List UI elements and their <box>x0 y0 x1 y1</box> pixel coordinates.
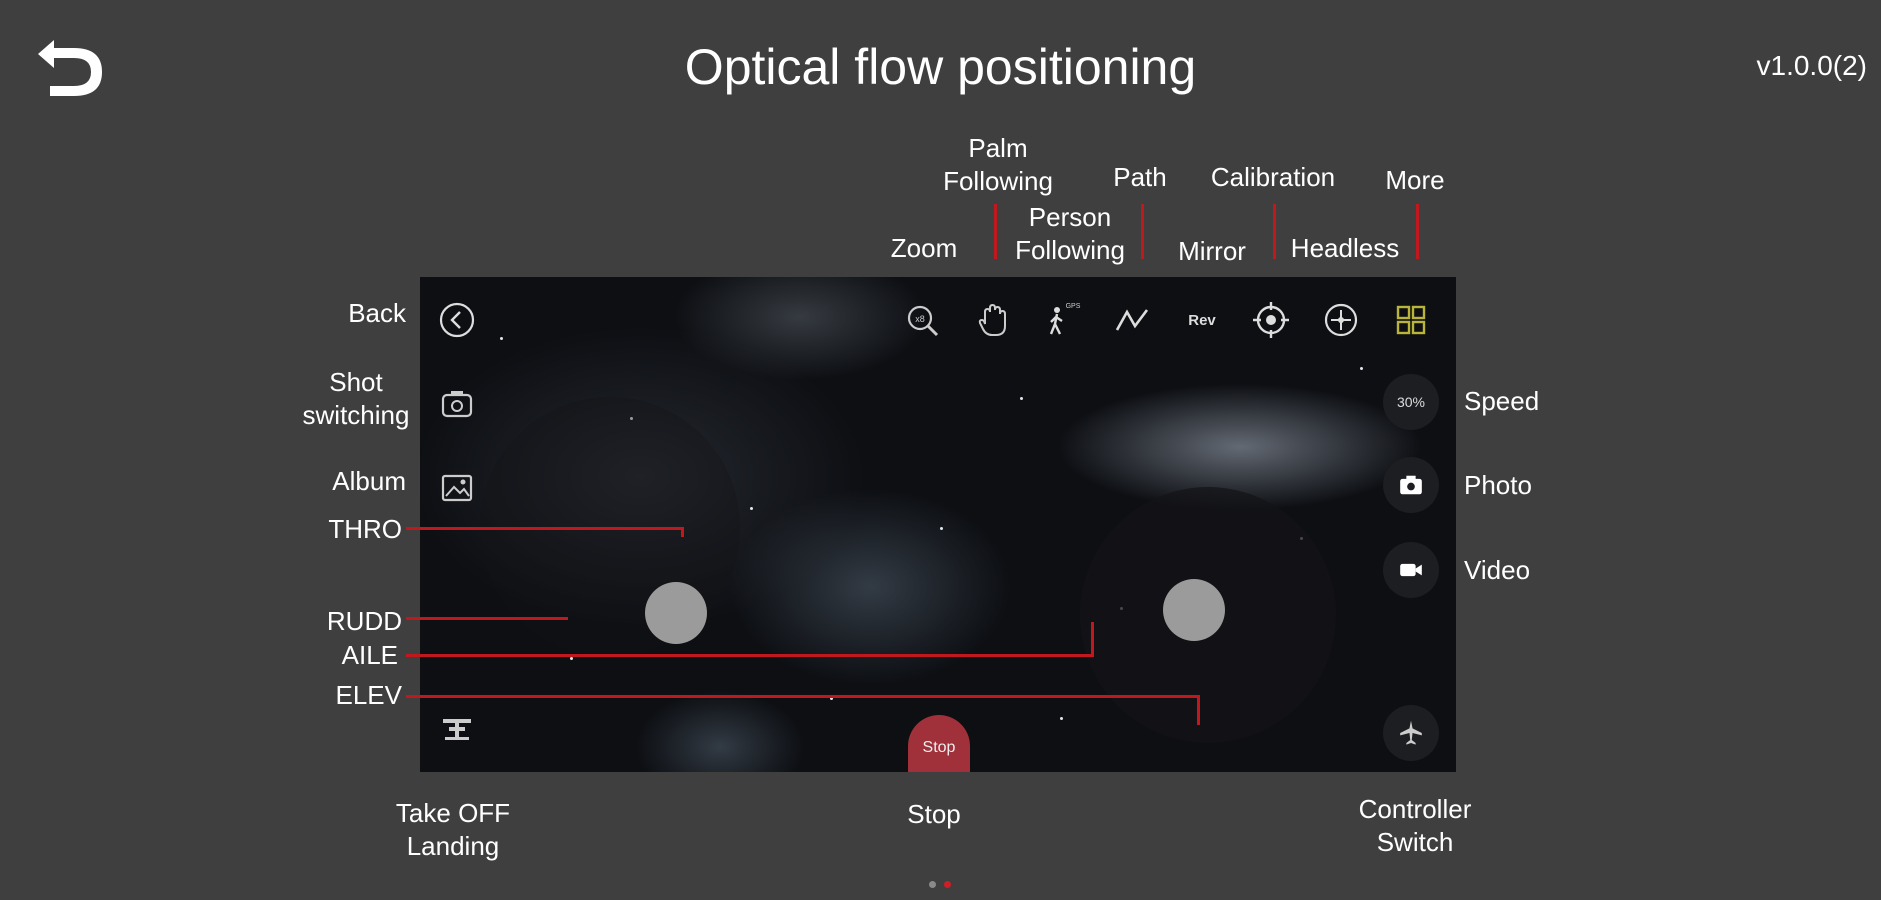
stop-button[interactable]: Stop <box>908 715 970 772</box>
left-joystick-knob[interactable] <box>645 582 707 644</box>
rev-mirror-icon[interactable]: Rev <box>1180 298 1224 342</box>
label-line: Palm <box>968 133 1028 163</box>
pointer-line <box>1416 204 1419 259</box>
label-person-following: Person Following <box>1000 201 1140 267</box>
label-line: switching <box>302 400 410 430</box>
elev-pointer-line <box>406 695 1200 698</box>
page-indicator-dot[interactable] <box>929 881 936 888</box>
label-line: Following <box>1015 235 1125 265</box>
label-path: Path <box>1113 162 1167 192</box>
star <box>940 527 943 530</box>
person-following-icon[interactable]: GPS <box>1040 298 1084 342</box>
photo-button[interactable] <box>1383 457 1439 513</box>
star <box>1020 397 1023 400</box>
label-more: More <box>1385 165 1445 195</box>
label-line: Landing <box>406 831 500 861</box>
label-aile: AILE <box>341 640 398 670</box>
page-title: Optical flow positioning <box>684 39 1197 95</box>
zoom-icon[interactable]: x8 <box>901 298 945 342</box>
label-palm-following: Palm Following <box>928 132 1068 198</box>
label-line: Shot <box>329 367 383 397</box>
calibration-icon[interactable] <box>1249 298 1293 342</box>
speed-value: 30% <box>1396 394 1426 410</box>
camera-switch-icon[interactable] <box>435 383 479 427</box>
label-stop: Stop <box>907 799 961 829</box>
label-zoom: Zoom <box>890 233 958 263</box>
star <box>500 337 503 340</box>
album-icon[interactable] <box>435 466 479 510</box>
path-icon[interactable] <box>1110 298 1154 342</box>
page-indicator-dot-active[interactable] <box>944 881 951 888</box>
label-thro: THRO <box>328 514 402 544</box>
label-line: Following <box>943 166 1053 196</box>
label-speed: Speed <box>1464 386 1540 416</box>
label-line: Controller <box>1358 794 1472 824</box>
star <box>1360 367 1363 370</box>
label-controller-switch: Controller Switch <box>1340 793 1490 859</box>
label-line: Person <box>1028 202 1112 232</box>
star <box>570 657 573 660</box>
rev-label: Rev <box>1188 312 1216 329</box>
pointer-line <box>1141 204 1144 259</box>
thro-pointer-line <box>406 527 684 530</box>
elev-pointer-line <box>1197 695 1200 725</box>
label-album: Album <box>332 466 406 496</box>
pointer-line <box>994 204 997 259</box>
label-video: Video <box>1464 555 1531 585</box>
label-back: Back <box>348 298 406 328</box>
right-joystick-knob[interactable] <box>1163 579 1225 641</box>
palm-icon[interactable] <box>971 298 1015 342</box>
label-headless: Headless <box>1290 233 1400 263</box>
star <box>1060 717 1063 720</box>
headless-icon[interactable] <box>1319 298 1363 342</box>
label-line: Switch <box>1376 827 1454 857</box>
speed-button[interactable]: 30% <box>1383 374 1439 430</box>
back-circle-icon[interactable] <box>435 298 479 342</box>
label-line: Take OFF <box>395 798 511 828</box>
label-photo: Photo <box>1464 470 1532 500</box>
takeoff-landing-icon[interactable] <box>435 707 479 751</box>
star <box>750 507 753 510</box>
aile-pointer-line <box>1091 622 1094 657</box>
label-mirror: Mirror <box>1178 236 1246 266</box>
video-camera-icon <box>1400 563 1422 577</box>
label-shot-switching: Shot switching <box>300 366 412 432</box>
svg-text:x8: x8 <box>915 314 925 324</box>
more-grid-icon[interactable] <box>1389 298 1433 342</box>
controller-switch-button[interactable] <box>1383 705 1439 761</box>
label-elev: ELEV <box>335 680 403 710</box>
label-rudd: RUDD <box>326 606 402 636</box>
version-label: v1.0.0(2) <box>1756 50 1868 81</box>
video-button[interactable] <box>1383 542 1439 598</box>
label-calibration: Calibration <box>1210 162 1336 192</box>
aile-pointer-line <box>406 654 1094 657</box>
pointer-line <box>1273 204 1276 259</box>
rudd-pointer-line <box>406 617 568 620</box>
thro-pointer-line <box>681 527 684 537</box>
label-take-off-landing: Take OFF Landing <box>378 797 528 863</box>
controller-switch-icon <box>1400 720 1422 745</box>
photo-camera-icon <box>1400 475 1422 495</box>
svg-text:GPS: GPS <box>1066 303 1081 310</box>
